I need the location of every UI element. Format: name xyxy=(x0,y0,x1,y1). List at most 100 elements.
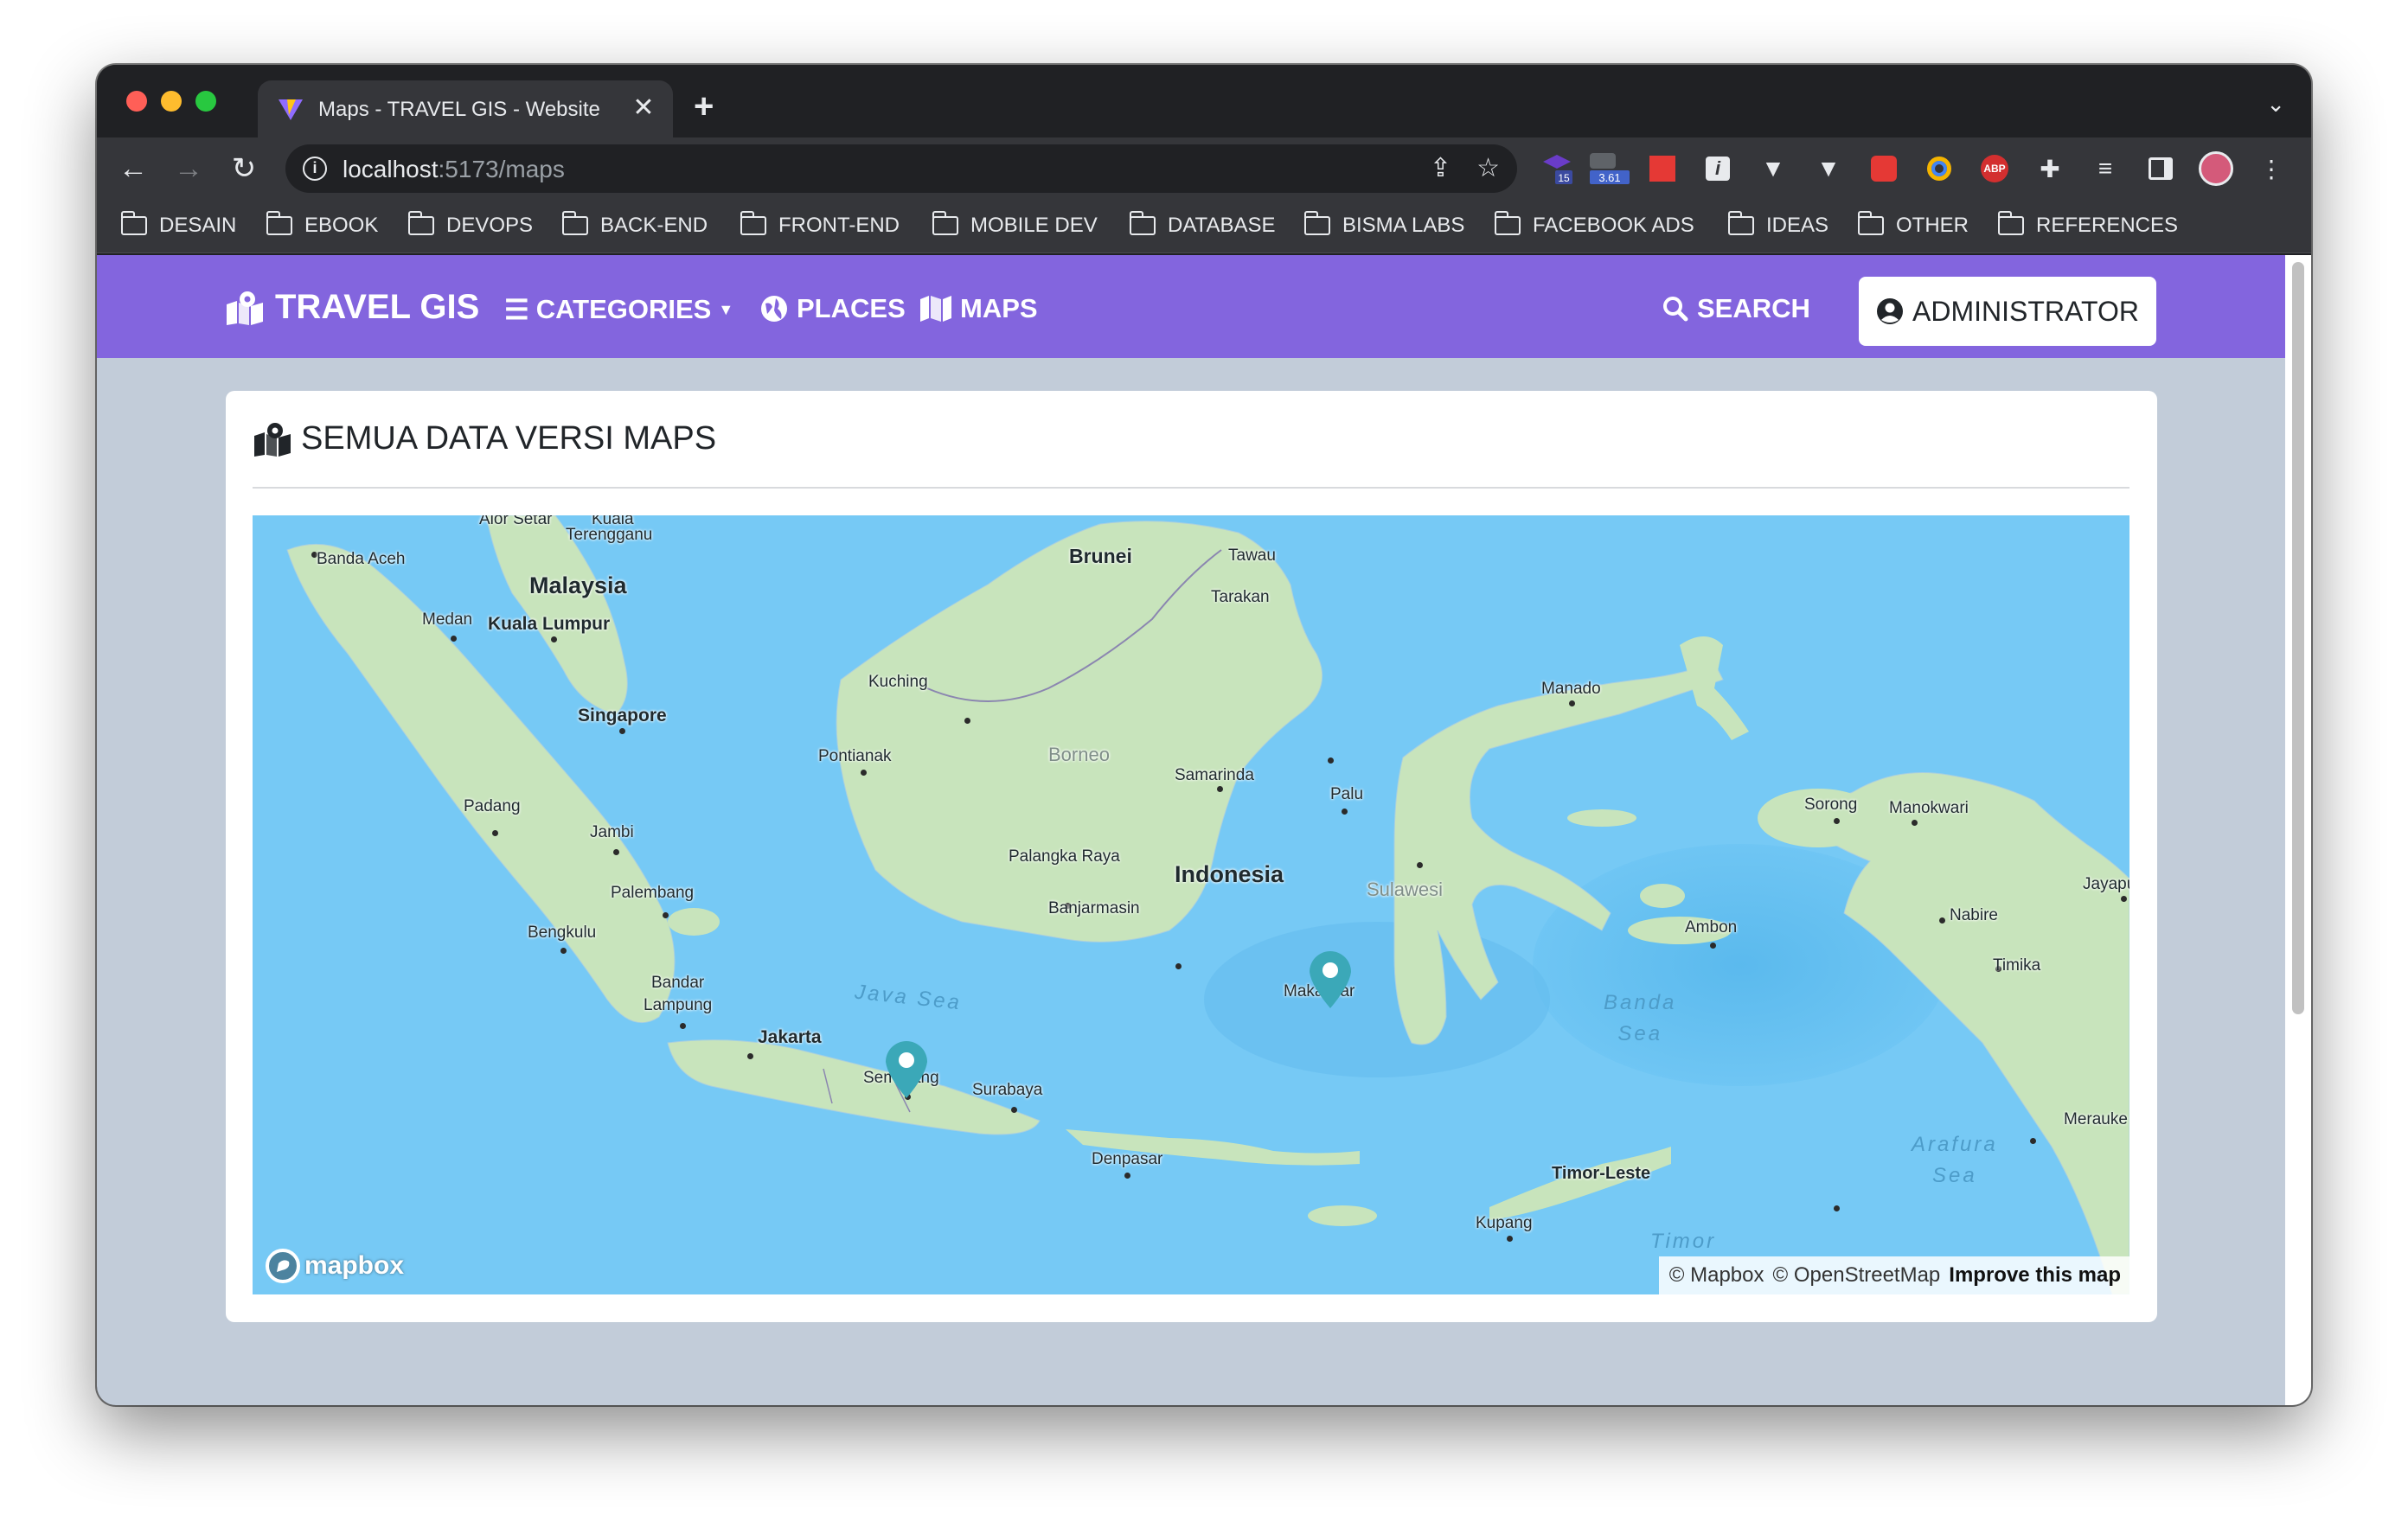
mapbox-map[interactable]: Brunei Tawau Tarakan Alor Setar Kuala Te… xyxy=(253,515,2129,1294)
bookmark-folder[interactable]: REFERENCES xyxy=(1997,210,2178,241)
brand-link[interactable]: TRAVEL GIS xyxy=(225,288,479,327)
bookmark-label: DATABASE xyxy=(1168,214,1276,237)
bookmark-label: FRONT-END xyxy=(778,214,900,237)
attribution-mapbox-link[interactable]: © Mapbox xyxy=(1669,1263,1764,1288)
places-label: PLACES xyxy=(797,293,906,323)
site-info-icon[interactable]: i xyxy=(303,157,327,181)
bookmark-label: OTHER xyxy=(1896,214,1969,237)
vite-favicon-icon xyxy=(279,99,303,120)
bookmark-folder[interactable]: FACEBOOK ADS xyxy=(1494,210,1694,241)
bookmark-folder[interactable]: BACK-END xyxy=(561,210,708,241)
mapbox-logo-text: mapbox xyxy=(304,1251,405,1280)
bookmark-label: BISMA LABS xyxy=(1342,214,1465,237)
adblock-plus-extension-icon[interactable]: ABP xyxy=(1977,151,2012,186)
city-dot xyxy=(1710,943,1716,949)
page-scrollbar[interactable] xyxy=(2285,255,2311,1405)
bookmark-folder[interactable]: EBOOK xyxy=(266,210,378,241)
address-bar[interactable]: i localhost:5173/maps ⇪ ☆ xyxy=(285,144,1517,193)
card-title: SEMUA DATA VERSI MAPS xyxy=(301,420,717,457)
search-label: SEARCH xyxy=(1697,293,1810,323)
attribution-osm-link[interactable]: © OpenStreetMap xyxy=(1773,1263,1941,1288)
city-dot xyxy=(2121,896,2127,902)
sula-land xyxy=(1567,809,1636,827)
map-label-timika: Timika xyxy=(1993,956,2041,975)
user-circle-icon xyxy=(1877,298,1904,324)
list-icon: ☰ xyxy=(504,294,529,325)
maximize-window-button[interactable] xyxy=(195,91,216,112)
bookmark-folder[interactable]: BISMA LABS xyxy=(1303,210,1465,241)
bookmark-label: EBOOK xyxy=(304,214,379,237)
red-square-extension-icon[interactable] xyxy=(1645,151,1680,186)
map-label-bandar-lampung: Bandar Lampung xyxy=(644,974,713,1014)
page-viewport: TRAVEL GIS ☰ CATEGORIES ▼ PLACES MAPS SE… xyxy=(97,255,2311,1405)
map-label-terengganu: Terengganu xyxy=(566,526,653,544)
abp-label: ABP xyxy=(1981,155,2008,182)
city-dot xyxy=(1217,786,1223,792)
vue-devtools-extension-icon[interactable]: ▼ xyxy=(1756,151,1790,186)
scrollbar-thumb[interactable] xyxy=(2292,262,2304,1014)
mapbox-logo[interactable]: mapbox xyxy=(265,1248,404,1284)
bookmark-folder[interactable]: DATABASE xyxy=(1129,210,1276,241)
map-label-borneo: Borneo xyxy=(1048,744,1110,765)
address-url[interactable]: localhost:5173/maps xyxy=(343,156,565,183)
browser-tab[interactable]: Maps - TRAVEL GIS - Website ✕ xyxy=(258,80,673,137)
map-marker-makassar[interactable] xyxy=(1306,948,1354,1010)
city-dot xyxy=(560,948,567,954)
close-window-button[interactable] xyxy=(126,91,147,112)
side-panel-icon[interactable] xyxy=(2143,151,2178,186)
bookmark-folder[interactable]: MOBILE DEV xyxy=(932,210,1098,241)
map-label-indonesia: Indonesia xyxy=(1175,861,1284,887)
city-dot xyxy=(680,1023,686,1029)
mapbox-logo-icon xyxy=(266,1249,300,1283)
map-label-sulawesi: Sulawesi xyxy=(1367,879,1444,900)
bookmark-folder[interactable]: DEVOPS xyxy=(407,210,533,241)
map-label-timor-leste: Timor-Leste xyxy=(1552,1164,1651,1183)
new-tab-button[interactable]: + xyxy=(694,89,714,124)
vue-devtools-2-extension-icon[interactable]: ▼ xyxy=(1811,151,1846,186)
minimize-window-button[interactable] xyxy=(161,91,182,112)
map-label-tarakan: Tarakan xyxy=(1211,588,1270,606)
close-tab-icon[interactable]: ✕ xyxy=(628,93,659,124)
bookmark-folder[interactable]: DESAIN xyxy=(120,210,236,241)
puzzle-extensions-icon[interactable]: ✚ xyxy=(2033,151,2067,186)
info-extension-icon[interactable]: i xyxy=(1700,151,1735,186)
map-label-samarinda: Samarinda xyxy=(1175,766,1254,784)
graduation-cap-extension-icon[interactable]: 15 xyxy=(1540,151,1574,186)
map-label-bengkulu: Bengkulu xyxy=(528,924,597,942)
bookmarks-bar: DESAIN EBOOK DEVOPS BACK-END FRONT-END M… xyxy=(97,200,2311,253)
search-link[interactable]: SEARCH xyxy=(1662,293,1810,324)
forward-arrow-icon[interactable]: → xyxy=(168,148,209,189)
share-icon[interactable]: ⇪ xyxy=(1430,153,1451,183)
bookmark-label: IDEAS xyxy=(1766,214,1829,237)
categories-dropdown[interactable]: ☰ CATEGORIES ▼ xyxy=(504,293,733,326)
bookmark-folder[interactable]: OTHER xyxy=(1857,210,1969,241)
map-label-pontianak: Pontianak xyxy=(818,747,892,765)
city-dot xyxy=(663,912,669,918)
profile-avatar[interactable] xyxy=(2199,151,2233,186)
react-extension-icon[interactable] xyxy=(1867,151,1901,186)
administrator-button[interactable]: ADMINISTRATOR xyxy=(1859,277,2156,346)
improve-map-link[interactable]: Improve this map xyxy=(1949,1263,2121,1288)
maps-card: SEMUA DATA VERSI MAPS Brunei Tawau Tarak… xyxy=(226,391,2157,1322)
city-dot xyxy=(619,728,625,734)
nav-places[interactable]: PLACES xyxy=(760,293,906,324)
bookmark-star-icon[interactable]: ☆ xyxy=(1476,153,1500,183)
tab-search-chevron-icon[interactable]: ⌄ xyxy=(2266,91,2285,118)
nav-maps[interactable]: MAPS xyxy=(920,293,1038,324)
bookmark-folder[interactable]: FRONT-END xyxy=(740,210,900,241)
speed-extension-icon[interactable]: 3.61 xyxy=(1586,151,1631,186)
color-picker-extension-icon[interactable] xyxy=(1922,151,1956,186)
reading-list-icon[interactable]: ≡ xyxy=(2088,151,2123,186)
map-marker-semarang[interactable] xyxy=(882,1038,931,1100)
reload-icon[interactable]: ↻ xyxy=(223,148,265,189)
city-dot xyxy=(1342,809,1348,815)
app-navbar: TRAVEL GIS ☰ CATEGORIES ▼ PLACES MAPS SE… xyxy=(97,255,2285,358)
bookmark-folder[interactable]: IDEAS xyxy=(1727,210,1829,241)
city-dot xyxy=(2030,1138,2036,1144)
map-label-medan: Medan xyxy=(422,610,473,629)
folder-icon xyxy=(1303,211,1330,235)
map-label-banda-aceh: Banda Aceh xyxy=(317,550,406,568)
map-label-brunei: Brunei xyxy=(1069,545,1132,567)
kebab-menu-icon[interactable]: ⋮ xyxy=(2254,151,2289,186)
back-arrow-icon[interactable]: ← xyxy=(112,148,154,189)
